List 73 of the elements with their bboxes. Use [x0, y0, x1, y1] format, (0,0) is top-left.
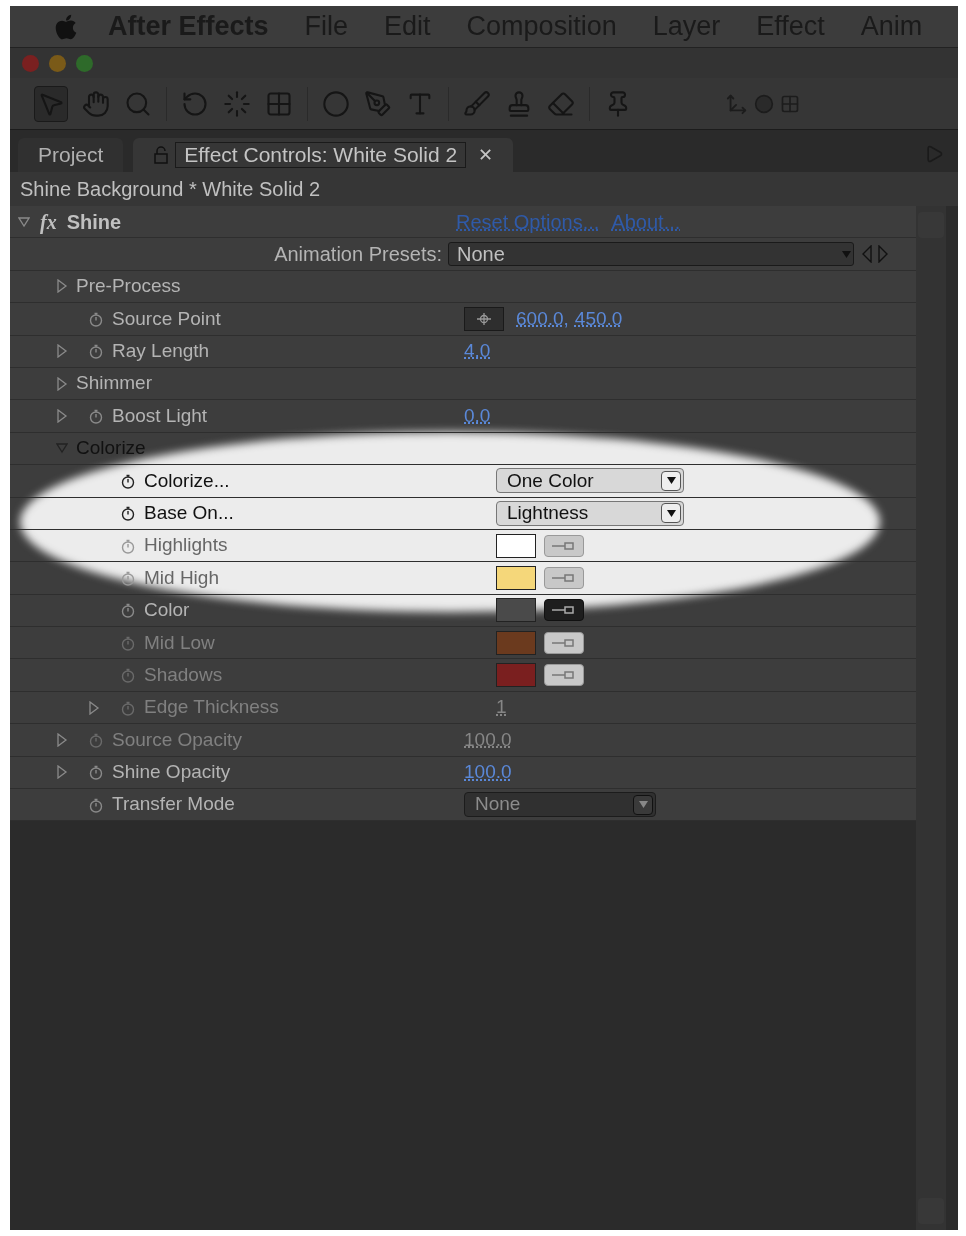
property-label: Mid Low — [144, 630, 215, 655]
panel-tab[interactable]: Effect Controls: White Solid 2 ✕ — [133, 138, 514, 172]
property-label: Highlights — [144, 533, 228, 558]
eyedropper-icon — [551, 573, 577, 583]
dropdown[interactable]: None — [464, 792, 656, 818]
property-label: Pre-Process — [76, 274, 181, 299]
presets-dropdown[interactable]: None — [448, 242, 854, 267]
dropdown-arrow-icon — [666, 477, 676, 485]
collapsed-triangle-icon[interactable] — [56, 409, 68, 424]
stopwatch-icon[interactable] — [120, 505, 136, 522]
pen-icon[interactable] — [364, 89, 392, 118]
property-label: Base On... — [144, 500, 234, 525]
eyedropper-icon — [551, 637, 577, 648]
crosshair-icon — [475, 311, 493, 326]
close-icon[interactable]: ✕ — [478, 141, 494, 169]
lock-icon[interactable] — [153, 146, 170, 164]
dropdown-arrow-icon — [666, 509, 676, 517]
value-link[interactable]: 0.0 — [464, 401, 491, 431]
eyedropper-button[interactable] — [544, 599, 584, 622]
effect-name: Shine — [66, 209, 122, 235]
dropdown[interactable]: One Color — [496, 468, 684, 494]
property-label: Shine Opacity — [112, 760, 231, 785]
ellipse-icon[interactable] — [322, 89, 350, 118]
dropdown[interactable]: Lightness — [496, 500, 684, 526]
collapsed-triangle-icon[interactable] — [56, 344, 68, 359]
window-button[interactable] — [76, 54, 93, 72]
value-link[interactable]: 600.0 — [516, 304, 564, 334]
dropdown-arrow-icon — [842, 250, 851, 258]
search-icon[interactable] — [124, 89, 152, 118]
collapsed-triangle-icon[interactable] — [56, 765, 68, 780]
window-button[interactable] — [49, 54, 66, 72]
window-button[interactable] — [22, 54, 39, 72]
collapsed-triangle-icon[interactable] — [56, 376, 68, 391]
hand-icon[interactable] — [82, 89, 110, 118]
sphere-icon[interactable] — [754, 93, 774, 114]
crosshair-button[interactable] — [464, 306, 504, 331]
separator-text: , — [563, 306, 569, 331]
panel-tab[interactable]: Project — [18, 138, 124, 172]
property-label: Edge Thickness — [144, 695, 279, 720]
property-label: Color — [144, 598, 190, 623]
eraser-icon[interactable] — [547, 89, 575, 118]
breadcrumb: Shine Background * White Solid 2 — [10, 172, 958, 206]
reset-link[interactable]: Reset Options... — [456, 206, 600, 237]
fx-icon[interactable]: fx — [40, 206, 57, 237]
axis-icon[interactable] — [726, 92, 748, 115]
scrollbar[interactable] — [916, 206, 946, 1230]
stopwatch-icon[interactable] — [120, 472, 136, 489]
value-link[interactable]: 100.0 — [464, 758, 512, 787]
collapsed-triangle-icon[interactable] — [56, 279, 68, 294]
presets-label: Animation Presets: — [273, 242, 443, 268]
property-label: Ray Length — [112, 339, 210, 363]
property-label: Shimmer — [76, 371, 152, 396]
property-label: Boost Light — [112, 403, 208, 428]
property-label: Transfer Mode — [112, 792, 235, 817]
rotate-icon[interactable] — [181, 89, 209, 118]
previous-icon[interactable] — [862, 245, 872, 264]
color-swatch[interactable] — [496, 598, 536, 623]
eyedropper-icon — [551, 605, 577, 616]
grid-icon[interactable] — [265, 89, 293, 118]
property-label: Colorize... — [144, 468, 230, 493]
property-label: Source Point — [112, 306, 221, 331]
eyedropper-icon — [551, 670, 577, 681]
property-label: Mid High — [144, 565, 219, 590]
brush-icon[interactable] — [463, 89, 491, 118]
value-link[interactable]: 4.0 — [464, 337, 491, 366]
about-link[interactable]: About... — [611, 206, 681, 237]
property-label: Source Opacity — [112, 727, 242, 752]
dropdown-arrow-icon — [638, 801, 648, 809]
next-icon[interactable] — [878, 245, 888, 264]
expanded-triangle-icon[interactable] — [18, 214, 30, 229]
value-link[interactable]: 450.0 — [574, 304, 623, 334]
eyedropper-icon — [551, 540, 577, 551]
property-label: Shadows — [144, 662, 223, 687]
